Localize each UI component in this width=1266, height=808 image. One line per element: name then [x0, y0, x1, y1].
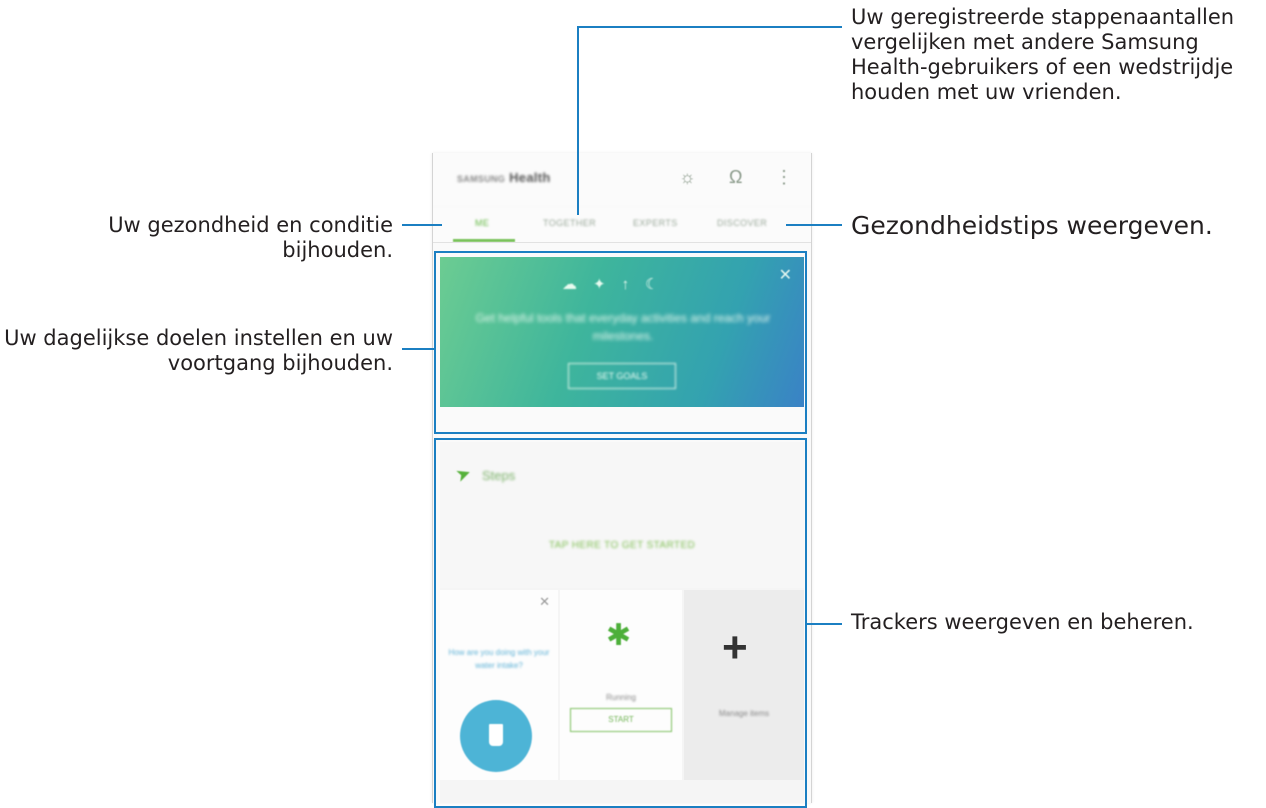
more-options-icon[interactable]: ⋮ — [775, 167, 793, 188]
tab-together[interactable]: TOGETHER — [543, 218, 596, 228]
callout-line-health-tips — [786, 224, 842, 226]
tab-me[interactable]: ME — [475, 218, 489, 228]
tab-discover[interactable]: DISCOVER — [717, 218, 767, 228]
tabs-divider — [433, 242, 811, 243]
callout-line-track-health — [402, 224, 442, 226]
app-bar: SAMSUNG Health ☼ Ω ⋮ — [433, 153, 811, 205]
callout-daily-goals: Uw dagelijkse doelen instellen en uw voo… — [4, 326, 393, 375]
callout-frame-daily-goals — [434, 251, 807, 434]
callout-compare-steps: Uw geregistreerde stappenaantallen verge… — [851, 5, 1235, 104]
app-name: Health — [509, 170, 551, 185]
callout-line-trackers — [805, 623, 842, 625]
tab-experts[interactable]: EXPERTS — [633, 218, 678, 228]
callout-track-health: Uw gezondheid en conditie bijhouden. — [108, 213, 393, 262]
callout-trackers: Trackers weergeven en beheren. — [851, 610, 1194, 634]
lightbulb-icon[interactable]: ☼ — [679, 167, 696, 188]
brand-label: SAMSUNG — [457, 174, 506, 184]
tab-bar: ME TOGETHER EXPERTS DISCOVER — [433, 208, 811, 242]
callout-line-compare-vertical — [577, 26, 579, 215]
callout-health-tips: Gezondheidstips weergeven. — [851, 211, 1213, 240]
headset-icon[interactable]: Ω — [729, 167, 742, 188]
callout-line-daily-goals — [402, 348, 436, 350]
callout-frame-trackers — [434, 438, 807, 808]
app-title: SAMSUNG Health — [457, 170, 551, 185]
callout-line-compare-horizontal — [577, 26, 842, 28]
